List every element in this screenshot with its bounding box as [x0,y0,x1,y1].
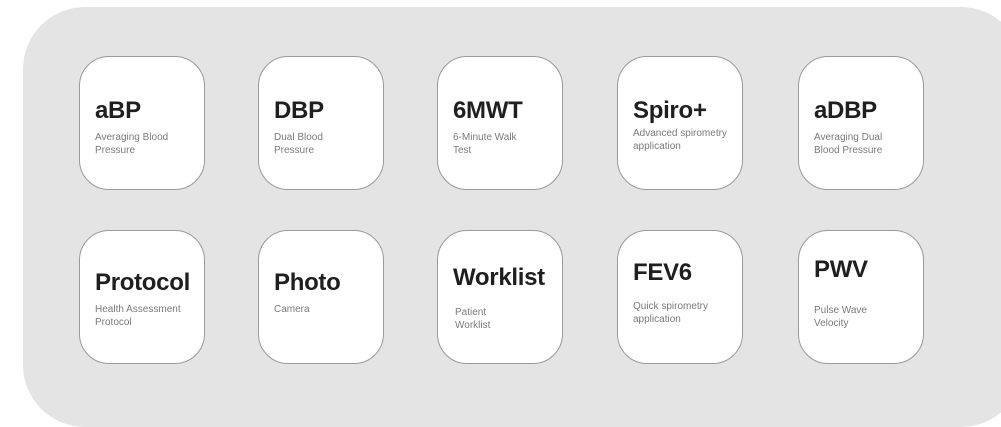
app-subtitle: Patient Worklist [455,307,491,331]
app-tile-fev6[interactable]: FEV6 Quick spirometry application [617,230,743,364]
app-subtitle: Quick spirometry application [633,301,709,325]
app-title: Worklist [453,264,545,291]
app-subtitle: Camera [274,304,310,315]
app-tile-dbp[interactable]: DBP Dual Blood Pressure [258,56,384,190]
app-subtitle: Health Assessment Protocol [95,304,181,328]
app-tile-photo[interactable]: Photo Camera [258,230,384,364]
app-title: 6MWT [453,97,523,124]
app-title: Protocol [95,269,190,296]
app-title: FEV6 [633,259,692,286]
app-tile-abp[interactable]: aBP Averaging Blood Pressure [79,56,205,190]
app-title: Photo [274,269,341,296]
app-title: PWV [814,256,868,283]
app-subtitle: Advanced spirometry application [633,128,727,152]
app-title: aBP [95,97,141,124]
app-tile-6mwt[interactable]: 6MWT 6-Minute Walk Test [437,56,563,190]
app-title: Spiro+ [633,97,707,124]
app-subtitle: Pulse Wave Velocity [814,305,867,329]
app-tile-spiro-plus[interactable]: Spiro+ Advanced spirometry application [617,56,743,190]
app-title: aDBP [814,97,877,124]
app-subtitle: 6-Minute Walk Test [453,132,517,156]
app-subtitle: Averaging Dual Blood Pressure [814,132,883,156]
app-tile-protocol[interactable]: Protocol Health Assessment Protocol [79,230,205,364]
app-tile-pwv[interactable]: PWV Pulse Wave Velocity [798,230,924,364]
app-tile-worklist[interactable]: Worklist Patient Worklist [437,230,563,364]
app-tile-adbp[interactable]: aDBP Averaging Dual Blood Pressure [798,56,924,190]
app-subtitle: Averaging Blood Pressure [95,132,169,156]
app-subtitle: Dual Blood Pressure [274,132,323,156]
app-title: DBP [274,97,324,124]
